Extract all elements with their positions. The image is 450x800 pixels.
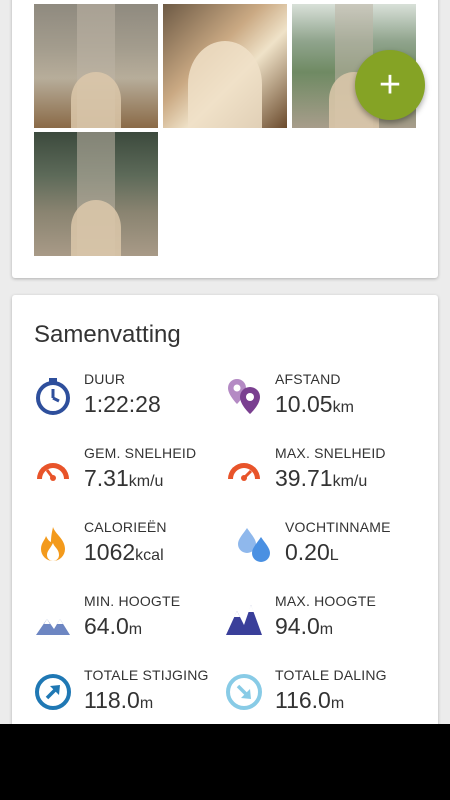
arrow-down-right-icon xyxy=(226,674,262,710)
stat-label: CALORIEËN xyxy=(84,519,167,535)
stat-min-altitude: MIN. HOOGTE 64.0m xyxy=(34,593,234,655)
stat-label: AFSTAND xyxy=(275,371,341,387)
stat-label: VOCHTINNAME xyxy=(285,519,391,535)
navigation-bar-area xyxy=(0,724,450,800)
stat-duration: DUUR 1:22:28 xyxy=(34,371,234,433)
stat-value: 1062kcal xyxy=(84,539,164,565)
photo-thumbnail[interactable] xyxy=(34,132,158,256)
water-drops-icon xyxy=(238,528,270,562)
mountain-high-icon xyxy=(226,605,262,635)
summary-title: Samenvatting xyxy=(34,321,181,348)
summary-card: Samenvatting DUUR 1:22:28 AFSTAND 10.05k… xyxy=(12,295,438,735)
stat-label: TOTALE DALING xyxy=(275,667,387,683)
location-pins-icon xyxy=(228,379,260,414)
stat-value: 64.0m xyxy=(84,613,143,639)
stat-value: 94.0m xyxy=(275,613,334,639)
mountain-low-icon xyxy=(36,619,70,635)
arrow-up-right-icon xyxy=(35,674,71,710)
photos-card xyxy=(12,0,438,278)
stat-value: 39.71km/u xyxy=(275,465,368,491)
stat-water: VOCHTINNAME 0.20L xyxy=(235,519,435,581)
stat-label: DUUR xyxy=(84,371,126,387)
stat-value: 7.31km/u xyxy=(84,465,164,491)
stat-value: 1:22:28 xyxy=(84,391,161,417)
photo-thumbnail[interactable] xyxy=(34,4,158,128)
stat-calories: CALORIEËN 1062kcal xyxy=(34,519,234,581)
stat-value: 116.0m xyxy=(275,687,345,713)
stat-avg-speed: GEM. SNELHEID 7.31km/u xyxy=(34,445,234,507)
stopwatch-icon xyxy=(36,378,70,415)
stat-total-ascent: TOTALE STIJGING 118.0m xyxy=(34,667,234,729)
stat-value: 118.0m xyxy=(84,687,154,713)
stat-max-altitude: MAX. HOOGTE 94.0m xyxy=(225,593,425,655)
speedometer-max-icon xyxy=(228,463,260,481)
stat-label: MAX. HOOGTE xyxy=(275,593,376,609)
stat-label: TOTALE STIJGING xyxy=(84,667,209,683)
stat-distance: AFSTAND 10.05km xyxy=(225,371,425,433)
stat-value: 0.20L xyxy=(285,539,339,565)
speedometer-icon xyxy=(37,463,69,481)
add-button[interactable]: + xyxy=(355,50,425,120)
stat-label: GEM. SNELHEID xyxy=(84,445,197,461)
stat-total-descent: TOTALE DALING 116.0m xyxy=(225,667,425,729)
stat-label: MAX. SNELHEID xyxy=(275,445,386,461)
stat-label: MIN. HOOGTE xyxy=(84,593,181,609)
flame-icon xyxy=(41,527,65,561)
photo-thumbnail[interactable] xyxy=(163,4,287,128)
stat-value: 10.05km xyxy=(275,391,354,417)
stat-max-speed: MAX. SNELHEID 39.71km/u xyxy=(225,445,425,507)
